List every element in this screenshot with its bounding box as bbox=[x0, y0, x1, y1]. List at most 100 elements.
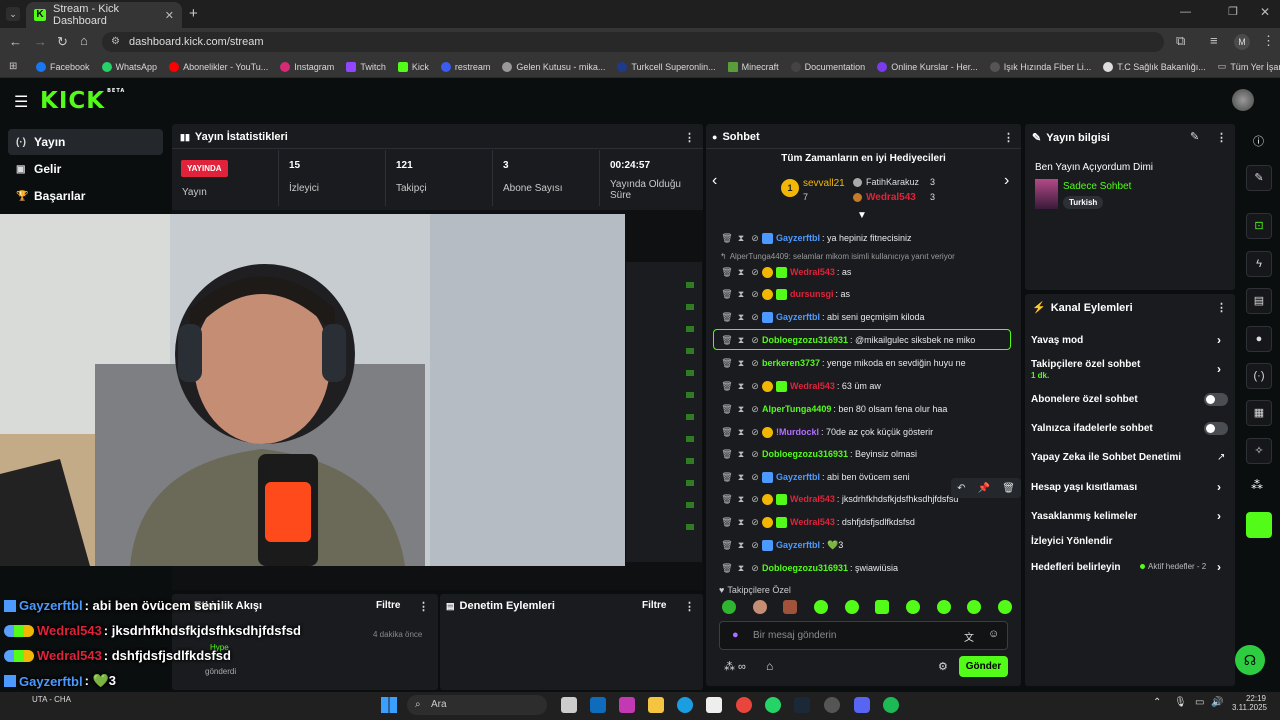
chat-input[interactable]: ● Bir mesaj gönderin 文 ☺ bbox=[719, 621, 1008, 650]
gear-icon[interactable]: ⚙ bbox=[938, 660, 948, 673]
bookmark-saglik[interactable]: T.C Sağlık Bakanlığı... bbox=[1103, 61, 1206, 72]
ban-icon[interactable]: ⊘ bbox=[748, 358, 762, 369]
emoji-icon[interactable]: ☺ bbox=[988, 628, 999, 640]
category-name[interactable]: Sadece Sohbet bbox=[1063, 181, 1131, 192]
chat-menu-icon[interactable]: ⋮ bbox=[1003, 131, 1014, 144]
activity-menu-icon[interactable]: ⋮ bbox=[418, 600, 429, 613]
ban-icon[interactable]: ⊘ bbox=[748, 427, 762, 438]
new-tab-icon[interactable]: + bbox=[189, 5, 198, 22]
chat-rail-icon[interactable]: ● bbox=[1246, 326, 1272, 352]
kick-logo[interactable]: KICK BETA bbox=[40, 88, 125, 114]
bookmark-fiber[interactable]: Işık Hızında Fiber Li... bbox=[989, 61, 1091, 72]
timeout-icon[interactable]: ⧗ bbox=[734, 233, 748, 244]
bookmark-whatsapp[interactable]: WhatsApp bbox=[101, 61, 157, 72]
tab-search-icon[interactable]: ⌄ bbox=[6, 7, 20, 21]
apps-grid-icon[interactable]: ⊞ bbox=[9, 61, 17, 72]
gifters-prev-icon[interactable]: ‹ bbox=[712, 172, 717, 190]
stream-info-menu-icon[interactable]: ⋮ bbox=[1216, 131, 1227, 144]
delete-message-icon[interactable]: 🗑 bbox=[720, 267, 734, 278]
delete-message-icon[interactable]: 🗑 bbox=[720, 472, 734, 483]
window-close-icon[interactable]: ✕ bbox=[1260, 5, 1270, 19]
chevron-right-icon[interactable]: › bbox=[1217, 362, 1221, 376]
task-view-icon[interactable] bbox=[561, 697, 577, 713]
outlook-icon[interactable] bbox=[590, 697, 606, 713]
bookmark-instagram[interactable]: Instagram bbox=[280, 61, 334, 72]
bookmark-minecraft[interactable]: Minecraft bbox=[727, 61, 779, 72]
nav-item-revenue[interactable]: ▣ Gelir bbox=[8, 156, 163, 182]
support-headset-icon[interactable]: ☊ bbox=[1235, 645, 1265, 675]
volume-icon[interactable]: 🔊 bbox=[1211, 697, 1223, 708]
minecraft-rail-icon[interactable] bbox=[1246, 512, 1272, 538]
chat-message[interactable]: 🗑 ⧗ ⊘ Wedral543: dshfjdsfjsdlfkdsfsd bbox=[720, 512, 1010, 532]
delete-message-icon[interactable]: 🗑 bbox=[720, 381, 734, 392]
chat-username[interactable]: Dobloegzozu316931 bbox=[762, 449, 848, 459]
moderation-menu-icon[interactable]: ⋮ bbox=[684, 600, 695, 613]
hamburger-menu-icon[interactable]: ☰ bbox=[14, 92, 28, 112]
slow-mode-label[interactable]: Yavaş mod bbox=[1031, 335, 1083, 346]
lightning-rail-icon[interactable]: ϟ bbox=[1246, 251, 1272, 277]
store-icon[interactable] bbox=[706, 697, 722, 713]
whatsapp-icon[interactable] bbox=[765, 697, 781, 713]
ban-icon[interactable]: ⊘ bbox=[748, 540, 762, 551]
timeout-icon[interactable]: ⧗ bbox=[734, 494, 748, 505]
timeout-icon[interactable]: ⧗ bbox=[734, 563, 748, 574]
pin-action-icon[interactable]: 📌 bbox=[978, 483, 990, 494]
bookmark-youtube[interactable]: Abonelikler - YouTu... bbox=[169, 61, 268, 72]
back-icon[interactable]: ← bbox=[9, 34, 22, 49]
nav-item-stream[interactable]: (·) Yayın bbox=[8, 129, 163, 155]
chat-message[interactable]: 🗑 ⧗ ⊘ Gayzerftbl: abi seni geçmişim kiloda bbox=[720, 307, 1010, 327]
copilot-icon[interactable] bbox=[619, 697, 635, 713]
chat-message[interactable]: 🗑 ⧗ ⊘ Wedral543: as bbox=[720, 262, 1010, 282]
site-info-icon[interactable]: ⚙ bbox=[111, 32, 120, 52]
delete-message-icon[interactable]: 🗑 bbox=[720, 312, 734, 323]
info-icon[interactable]: ⓘ bbox=[1253, 133, 1264, 149]
banned-words-label[interactable]: Yasaklanmış kelimeler bbox=[1031, 511, 1137, 522]
delete-message-icon[interactable]: 🗑 bbox=[720, 358, 734, 369]
home-icon[interactable]: ⌂ bbox=[80, 33, 88, 48]
bookmark-documentation[interactable]: Documentation bbox=[790, 61, 865, 72]
ban-icon[interactable]: ⊘ bbox=[748, 267, 762, 278]
chat-message[interactable]: 🗑 ⧗ ⊘ AlperTunga4409: ben 80 olsam fena olu… bbox=[720, 399, 1010, 419]
ban-icon[interactable]: ⊘ bbox=[748, 563, 762, 574]
chat-username[interactable]: Wedral543 bbox=[790, 517, 835, 527]
external-link-icon[interactable]: ↗ bbox=[1217, 452, 1225, 463]
bookmark-online-courses[interactable]: Online Kurslar - Her... bbox=[877, 61, 978, 72]
edit-rail-icon[interactable]: ✎ bbox=[1246, 165, 1272, 191]
timeout-icon[interactable]: ⧗ bbox=[734, 540, 748, 551]
chat-message[interactable]: 🗑 ⧗ ⊘ Dobloegzozu316931: Beyinsiz olmasi bbox=[720, 444, 1010, 464]
emote-icon[interactable] bbox=[722, 600, 736, 614]
delete-action-icon[interactable]: 🗑 bbox=[1002, 483, 1015, 494]
timeout-icon[interactable]: ⧗ bbox=[734, 517, 748, 528]
wrench-rail-icon[interactable]: ✧ bbox=[1246, 438, 1272, 464]
timeout-icon[interactable]: ⧗ bbox=[734, 312, 748, 323]
chat-username[interactable]: Gayzerftbl bbox=[776, 312, 820, 322]
emote-icon[interactable] bbox=[752, 600, 767, 614]
close-tab-icon[interactable]: ✕ bbox=[165, 9, 174, 22]
chevron-right-icon[interactable]: › bbox=[1217, 333, 1221, 347]
chevron-right-icon[interactable]: › bbox=[1217, 480, 1221, 494]
chat-username[interactable]: Gayzerftbl bbox=[776, 472, 820, 482]
delete-message-icon[interactable]: 🗑 bbox=[720, 494, 734, 505]
mic-icon[interactable]: ● bbox=[732, 629, 739, 641]
bookmark-turkcell[interactable]: Turkcell Superonlin... bbox=[617, 61, 716, 72]
chat-username[interactable]: !Murdockl bbox=[776, 427, 819, 437]
activity-filter-button[interactable]: Filtre bbox=[376, 600, 400, 611]
ban-icon[interactable]: ⊘ bbox=[748, 233, 762, 244]
all-bookmarks[interactable]: ▭Tüm Yer İşaretleri bbox=[1218, 61, 1280, 72]
ban-icon[interactable]: ⊘ bbox=[748, 381, 762, 392]
goals-label[interactable]: Hedefleri belirleyin bbox=[1031, 562, 1120, 573]
address-bar[interactable]: ⚙ dashboard.kick.com/stream bbox=[102, 32, 1164, 52]
timeout-icon[interactable]: ⧗ bbox=[734, 449, 748, 460]
chat-message[interactable]: 🗑 ⧗ ⊘ Gayzerftbl: ya hepiniz fitnecisiniz bbox=[720, 228, 1010, 248]
notes-rail-icon[interactable]: ▤ bbox=[1246, 288, 1272, 314]
chat-message[interactable]: 🗑 ⧗ ⊘ Wedral543: 63 üm aw bbox=[720, 376, 1010, 396]
forward-icon[interactable]: → bbox=[34, 34, 47, 49]
collapse-gifters-icon[interactable]: ▼ bbox=[857, 210, 867, 221]
ban-icon[interactable]: ⊘ bbox=[748, 404, 762, 415]
windows-start-icon[interactable] bbox=[381, 697, 397, 713]
bookmark-twitch[interactable]: Twitch bbox=[346, 61, 386, 72]
chat-username[interactable]: AlperTunga4409 bbox=[762, 404, 831, 414]
timeout-icon[interactable]: ⧗ bbox=[734, 267, 748, 278]
raid-label[interactable]: İzleyici Yönlendir bbox=[1031, 536, 1113, 547]
emote-icon[interactable] bbox=[997, 600, 1012, 614]
